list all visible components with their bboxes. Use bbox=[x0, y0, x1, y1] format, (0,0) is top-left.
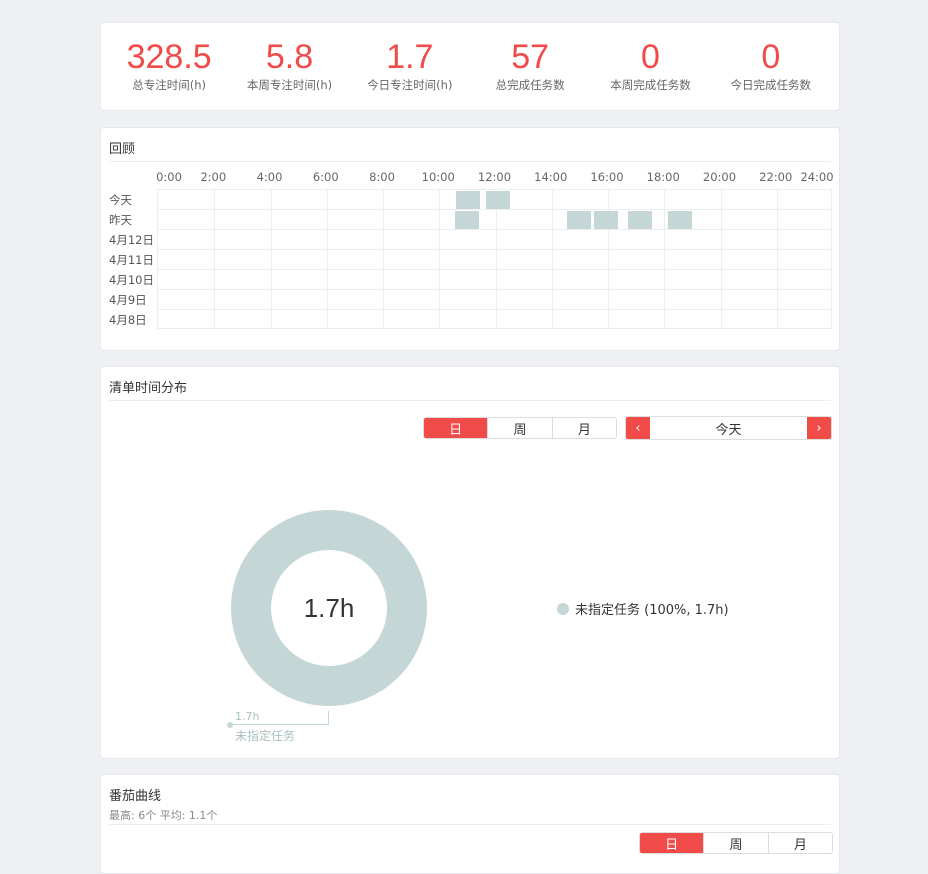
grid-line bbox=[158, 289, 831, 290]
legend-swatch bbox=[557, 602, 569, 615]
stat-label: 本周专注时间(h) bbox=[246, 78, 333, 92]
grid-line bbox=[158, 249, 831, 250]
time-tick: 8:00 bbox=[369, 170, 395, 184]
legend-item: 未指定任务 (100%, 1.7h) bbox=[557, 599, 729, 618]
time-tick: 20:00 bbox=[702, 170, 737, 184]
grid-line bbox=[776, 190, 778, 328]
time-tick: 16:00 bbox=[590, 170, 624, 184]
divider bbox=[109, 824, 831, 825]
time-tick: 4:00 bbox=[256, 170, 283, 184]
time-tick: 10:00 bbox=[421, 170, 455, 184]
stat-value: 1.7 bbox=[386, 38, 434, 76]
tomato-title: 番茄曲线 bbox=[109, 789, 162, 804]
stat-label: 本周完成任务数 bbox=[610, 78, 691, 92]
grid-line bbox=[158, 269, 831, 270]
grid-line bbox=[326, 190, 328, 328]
time-tick: 24:00 bbox=[800, 170, 834, 184]
stat-label: 总完成任务数 bbox=[495, 78, 565, 92]
stats-card: 328.5 总专注时间(h) 5.8 本周专注时间(h) 1.7 今日专注时间(… bbox=[100, 22, 840, 111]
callout-label: 未指定任务 bbox=[235, 729, 296, 743]
time-tick: 14:00 bbox=[534, 170, 568, 184]
legend-label: 未指定任务 (100%, 1.7h) bbox=[575, 603, 729, 618]
day-label: 4月12日 bbox=[109, 233, 154, 247]
timeline-grid bbox=[157, 189, 832, 329]
tomato-period-switch: 日 周 月 bbox=[639, 832, 833, 854]
day-label: 4月9日 bbox=[109, 293, 147, 307]
tomato-subtitle: 最高: 6个 平均: 1.1个 bbox=[109, 809, 218, 822]
divider bbox=[109, 400, 831, 401]
day-label: 昨天 bbox=[109, 213, 132, 227]
focus-session-block[interactable] bbox=[485, 191, 510, 209]
date-navigator: ‹ 今天 › bbox=[625, 416, 832, 440]
day-label: 今天 bbox=[109, 193, 132, 207]
tomato-day-button[interactable]: 日 bbox=[640, 833, 704, 853]
chevron-right-icon[interactable]: › bbox=[807, 417, 831, 439]
grid-line bbox=[214, 190, 216, 328]
grid-line bbox=[551, 190, 553, 328]
stats-row: 328.5 总专注时间(h) 5.8 本周专注时间(h) 1.7 今日专注时间(… bbox=[109, 37, 831, 93]
stat-label: 今日完成任务数 bbox=[730, 78, 812, 92]
period-switch: 日 周 月 bbox=[423, 417, 617, 439]
period-day-button[interactable]: 日 bbox=[424, 418, 488, 438]
time-tick: 22:00 bbox=[759, 170, 793, 184]
stat-total-focus: 328.5 总专注时间(h) bbox=[109, 37, 229, 93]
grid-line bbox=[158, 229, 831, 230]
donut-chart: 1.7h bbox=[231, 510, 427, 706]
day-label: 4月11日 bbox=[109, 253, 154, 267]
divider bbox=[109, 161, 831, 162]
time-tick: 6:00 bbox=[312, 170, 339, 184]
stat-week-tasks: 0 本周完成任务数 bbox=[590, 37, 710, 93]
stat-today-focus: 1.7 今日专注时间(h) bbox=[350, 37, 470, 93]
period-month-button[interactable]: 月 bbox=[551, 418, 616, 438]
grid-line bbox=[158, 309, 831, 310]
stat-value: 5.8 bbox=[265, 38, 314, 76]
donut-total: 1.7h bbox=[271, 550, 387, 666]
review-title: 回顾 bbox=[109, 142, 136, 157]
grid-line bbox=[664, 190, 666, 328]
grid-line bbox=[439, 190, 441, 328]
tomato-week-button[interactable]: 周 bbox=[703, 833, 768, 853]
time-tick: 12:00 bbox=[477, 170, 512, 184]
grid-line bbox=[270, 190, 272, 328]
focus-session-block[interactable] bbox=[668, 211, 693, 229]
stat-value: 0 bbox=[761, 38, 781, 76]
focus-session-block[interactable] bbox=[567, 211, 592, 229]
distribution-title: 清单时间分布 bbox=[109, 381, 188, 396]
focus-session-block[interactable] bbox=[593, 211, 618, 229]
grid-line bbox=[495, 190, 497, 328]
grid-line bbox=[383, 190, 384, 328]
focus-session-block[interactable] bbox=[627, 211, 652, 229]
stat-value: 57 bbox=[511, 38, 550, 76]
stat-value: 0 bbox=[641, 38, 660, 76]
day-label: 4月10日 bbox=[109, 273, 154, 287]
callout-value: 1.7h bbox=[235, 710, 260, 723]
focus-session-block[interactable] bbox=[456, 191, 481, 209]
review-card: 回顾 0:00 2:00 4:00 6:00 8:00 10:00 12:00 14:00 16… bbox=[100, 127, 840, 351]
distribution-card: 清单时间分布 日 周 月 ‹ 今天 › 1.7h 1.7h 未指定任务 未指定任… bbox=[100, 366, 840, 759]
stat-today-tasks: 0 今日完成任务数 bbox=[711, 37, 831, 93]
time-tick: 2:00 bbox=[200, 170, 227, 184]
time-tick: 18:00 bbox=[646, 170, 680, 184]
day-label: 4月8日 bbox=[109, 313, 147, 327]
stat-week-focus: 5.8 本周专注时间(h) bbox=[229, 37, 349, 93]
time-tick: 0:00 bbox=[156, 170, 182, 184]
stat-label: 今日专注时间(h) bbox=[367, 78, 453, 92]
tomato-card: 番茄曲线 最高: 6个 平均: 1.1个 日 周 月 bbox=[100, 774, 840, 874]
date-label: 今天 bbox=[715, 422, 742, 438]
stat-value: 328.5 bbox=[126, 38, 212, 76]
focus-session-block[interactable] bbox=[454, 211, 479, 229]
period-week-button[interactable]: 周 bbox=[487, 418, 552, 438]
stat-label: 总专注时间(h) bbox=[132, 78, 207, 92]
chevron-left-icon[interactable]: ‹ bbox=[626, 417, 650, 439]
grid-line bbox=[158, 209, 831, 210]
tomato-month-button[interactable]: 月 bbox=[767, 833, 832, 853]
stat-total-tasks: 57 总完成任务数 bbox=[470, 37, 590, 93]
grid-line bbox=[720, 190, 722, 328]
